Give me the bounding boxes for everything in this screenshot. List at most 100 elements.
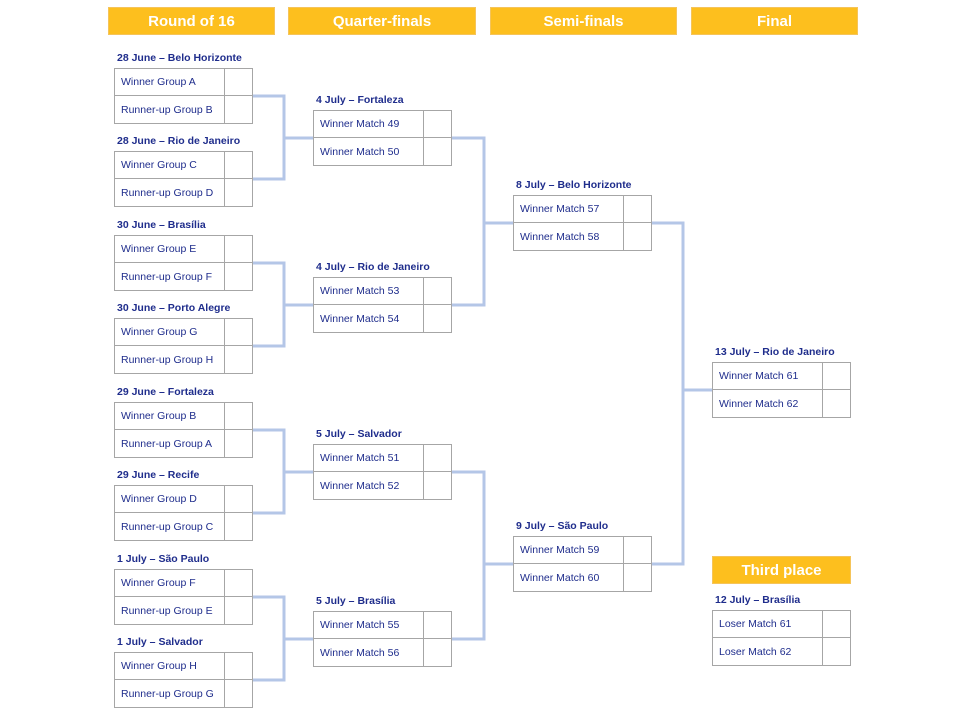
connector-r16-qf-4 [253,595,313,682]
team-name: Runner-up Group A [115,430,225,457]
score-cell[interactable] [624,196,651,222]
match-final-label: 13 July – Rio de Janeiro [715,346,835,358]
match-sf-2: Winner Match 59 Winner Match 60 [513,536,652,592]
score-cell[interactable] [225,346,252,373]
team-name: Winner Group C [115,152,225,178]
team-slot: Runner-up Group H [115,346,252,373]
match-third-place: Loser Match 61 Loser Match 62 [712,610,851,666]
score-cell[interactable] [225,430,252,457]
match-r16-3: Winner Group E Runner-up Group F [114,235,253,291]
team-slot: Winner Match 61 [713,363,850,390]
team-slot: Runner-up Group C [115,513,252,540]
match-qf-1: Winner Match 49 Winner Match 50 [313,110,452,166]
team-name: Winner Match 56 [314,639,424,666]
match-qf-1-label: 4 July – Fortaleza [316,94,404,106]
match-r16-4: Winner Group G Runner-up Group H [114,318,253,374]
score-cell[interactable] [424,612,451,638]
score-cell[interactable] [225,570,252,596]
score-cell[interactable] [225,263,252,290]
team-name: Winner Match 62 [713,390,823,417]
score-cell[interactable] [225,152,252,178]
team-name: Winner Group F [115,570,225,596]
team-name: Runner-up Group B [115,96,225,123]
team-name: Winner Match 57 [514,196,624,222]
score-cell[interactable] [225,403,252,429]
score-cell[interactable] [424,445,451,471]
score-cell[interactable] [225,96,252,123]
team-slot: Runner-up Group F [115,263,252,290]
team-name: Winner Group A [115,69,225,95]
match-r16-3-label: 30 June – Brasília [117,219,206,231]
score-cell[interactable] [424,138,451,165]
team-slot: Winner Match 57 [514,196,651,223]
score-cell[interactable] [225,653,252,679]
match-qf-2-label: 4 July – Rio de Janeiro [316,261,430,273]
score-cell[interactable] [823,390,850,417]
team-slot: Winner Match 51 [314,445,451,472]
score-cell[interactable] [624,537,651,563]
match-r16-1-label: 28 June – Belo Horizonte [117,52,242,64]
team-name: Winner Match 54 [314,305,424,332]
match-r16-2: Winner Group C Runner-up Group D [114,151,253,207]
team-slot: Winner Group E [115,236,252,263]
team-name: Winner Match 49 [314,111,424,137]
team-slot: Winner Match 49 [314,111,451,138]
header-quarter-finals: Quarter-finals [288,7,476,35]
team-name: Winner Match 55 [314,612,424,638]
header-round-of-16: Round of 16 [108,7,275,35]
team-slot: Winner Match 62 [713,390,850,417]
team-name: Winner Match 61 [713,363,823,389]
score-cell[interactable] [424,639,451,666]
team-slot: Winner Match 55 [314,612,451,639]
score-cell[interactable] [225,680,252,707]
match-r16-5-label: 29 June – Fortaleza [117,386,214,398]
team-name: Winner Match 58 [514,223,624,250]
score-cell[interactable] [624,564,651,591]
team-slot: Winner Group A [115,69,252,96]
connector-r16-qf-3 [253,428,313,515]
score-cell[interactable] [225,597,252,624]
team-name: Winner Group G [115,319,225,345]
team-name: Winner Group E [115,236,225,262]
score-cell[interactable] [424,111,451,137]
team-name: Loser Match 61 [713,611,823,637]
team-name: Winner Match 59 [514,537,624,563]
connector-r16-qf-1 [253,94,313,181]
team-slot: Winner Group D [115,486,252,513]
match-r16-7: Winner Group F Runner-up Group E [114,569,253,625]
score-cell[interactable] [225,486,252,512]
team-slot: Winner Match 52 [314,472,451,499]
score-cell[interactable] [424,278,451,304]
team-slot: Winner Match 59 [514,537,651,564]
match-sf-2-label: 9 July – São Paulo [516,520,609,532]
match-r16-8: Winner Group H Runner-up Group G [114,652,253,708]
match-r16-7-label: 1 July – São Paulo [117,553,210,565]
team-name: Winner Group B [115,403,225,429]
score-cell[interactable] [225,513,252,540]
score-cell[interactable] [823,638,850,665]
score-cell[interactable] [424,472,451,499]
team-slot: Winner Group G [115,319,252,346]
score-cell[interactable] [225,319,252,345]
match-final: Winner Match 61 Winner Match 62 [712,362,851,418]
team-slot: Winner Group C [115,152,252,179]
team-slot: Winner Group B [115,403,252,430]
connector-qf-sf-2 [452,470,513,641]
score-cell[interactable] [225,179,252,206]
score-cell[interactable] [424,305,451,332]
team-slot: Runner-up Group G [115,680,252,707]
team-slot: Winner Group H [115,653,252,680]
score-cell[interactable] [624,223,651,250]
team-slot: Runner-up Group E [115,597,252,624]
team-name: Runner-up Group F [115,263,225,290]
score-cell[interactable] [225,69,252,95]
score-cell[interactable] [823,611,850,637]
match-sf-1: Winner Match 57 Winner Match 58 [513,195,652,251]
score-cell[interactable] [823,363,850,389]
match-r16-4-label: 30 June – Porto Alegre [117,302,231,314]
score-cell[interactable] [225,236,252,262]
team-name: Runner-up Group D [115,179,225,206]
team-slot: Runner-up Group D [115,179,252,206]
connector-qf-sf-1 [452,136,513,307]
team-name: Winner Match 60 [514,564,624,591]
